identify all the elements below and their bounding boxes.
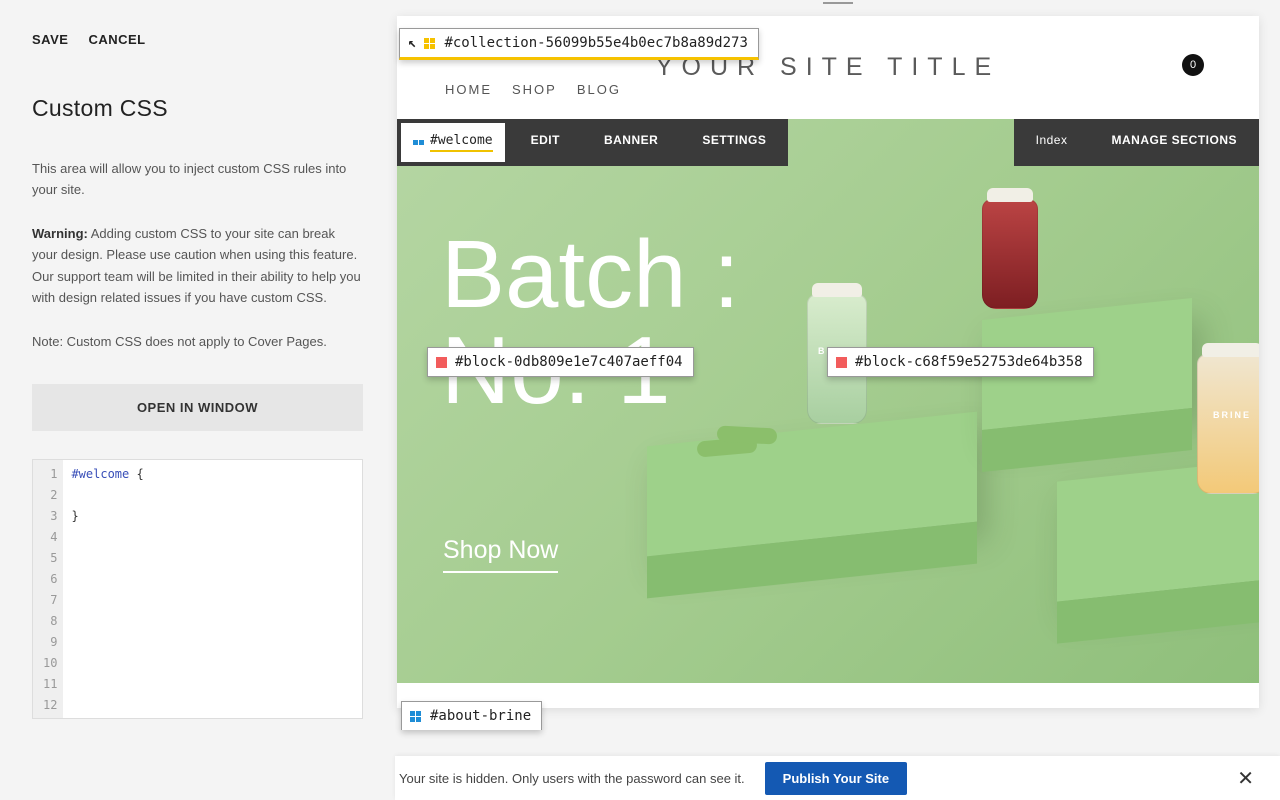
jar-label: BRINE xyxy=(1204,410,1259,420)
toolbar-right: Index MANAGE SECTIONS xyxy=(1014,119,1259,166)
panel-warning: Warning: Adding custom CSS to your site … xyxy=(32,223,363,309)
code-close-brace: } xyxy=(71,509,78,523)
hero-headline: Batch : No. 1 xyxy=(441,227,740,419)
inspector-chip-collection[interactable]: ↖ #collection-56099b55e4b0ec7b8a89d273 xyxy=(399,28,759,60)
edit-button[interactable]: EDIT xyxy=(509,119,582,166)
chip-about-id: #about-brine xyxy=(430,708,531,724)
inspector-chip-about[interactable]: #about-brine xyxy=(401,701,542,730)
section-toolbar: #welcome EDIT BANNER SETTINGS Index MANA… xyxy=(397,119,1259,166)
manage-sections-button[interactable]: MANAGE SECTIONS xyxy=(1089,119,1259,166)
section-id-chip[interactable]: #welcome xyxy=(399,121,507,164)
grid-icon xyxy=(410,711,422,722)
swatch-icon xyxy=(436,357,447,368)
arrow-icon: ↖ xyxy=(408,35,416,51)
site-preview-frame: ↖ #collection-56099b55e4b0ec7b8a89d273 H… xyxy=(397,16,1259,708)
veg-graphic xyxy=(717,425,778,444)
hero-cta-link[interactable]: Shop Now xyxy=(443,536,558,573)
inspector-chip-block[interactable]: #block-c68f59e52753de64b358 xyxy=(827,347,1094,377)
hero-headline-line1: Batch : xyxy=(441,227,740,323)
index-button[interactable]: Index xyxy=(1014,119,1090,166)
preview-pane: ↖ #collection-56099b55e4b0ec7b8a89d273 H… xyxy=(395,0,1280,800)
panel-note: Note: Custom CSS does not apply to Cover… xyxy=(32,331,363,352)
open-in-window-button[interactable]: OPEN IN WINDOW xyxy=(32,384,363,431)
grid-icon xyxy=(413,140,424,145)
nav-blog[interactable]: BLOG xyxy=(577,82,621,97)
panel-actions: SAVE CANCEL xyxy=(32,32,363,47)
banner-button[interactable]: BANNER xyxy=(582,119,680,166)
cart-badge[interactable]: 0 xyxy=(1182,54,1204,76)
panel-title: Custom CSS xyxy=(32,95,363,122)
swatch-icon xyxy=(836,357,847,368)
jar-graphic: BRINE xyxy=(1197,354,1259,494)
settings-button[interactable]: SETTINGS xyxy=(680,119,788,166)
code-open-brace: { xyxy=(129,467,143,481)
css-panel: SAVE CANCEL Custom CSS This area will al… xyxy=(0,0,395,800)
panel-intro: This area will allow you to inject custo… xyxy=(32,158,363,201)
nav-shop[interactable]: SHOP xyxy=(512,82,557,97)
editor-gutter: 1 2 3 4 5 6 7 8 9 10 11 12 xyxy=(33,460,63,718)
toolbar-left: #welcome EDIT BANNER SETTINGS xyxy=(397,119,788,166)
section-id-label: #welcome xyxy=(430,133,493,152)
pedestal-graphic xyxy=(647,412,977,557)
grid-icon xyxy=(424,38,436,49)
publish-bar: Your site is hidden. Only users with the… xyxy=(395,756,1280,800)
css-code-editor[interactable]: 1 2 3 4 5 6 7 8 9 10 11 12 #welcome { } xyxy=(32,459,363,719)
nav-home[interactable]: HOME xyxy=(445,82,492,97)
jar-graphic xyxy=(982,199,1038,309)
resize-handle-icon[interactable] xyxy=(823,0,853,4)
chip-block2-id: #block-c68f59e52753de64b358 xyxy=(855,354,1083,370)
editor-code-area[interactable]: #welcome { } xyxy=(63,460,151,718)
inspector-chip-block[interactable]: #block-0db809e1e7c407aeff04 xyxy=(427,347,694,377)
chip-collection-id: #collection-56099b55e4b0ec7b8a89d273 xyxy=(444,35,747,51)
warning-label: Warning: xyxy=(32,226,88,241)
save-button[interactable]: SAVE xyxy=(32,32,68,47)
publish-message: Your site is hidden. Only users with the… xyxy=(399,771,745,786)
publish-button[interactable]: Publish Your Site xyxy=(765,762,907,795)
cancel-button[interactable]: CANCEL xyxy=(88,32,145,47)
site-nav: HOME SHOP BLOG xyxy=(445,82,621,97)
close-icon[interactable]: ✕ xyxy=(1237,766,1254,791)
chip-block1-id: #block-0db809e1e7c407aeff04 xyxy=(455,354,683,370)
code-selector: #welcome xyxy=(71,467,129,481)
hero-section: BRINE BRINE Batch : No. 1 Shop Now #bloc… xyxy=(397,119,1259,683)
